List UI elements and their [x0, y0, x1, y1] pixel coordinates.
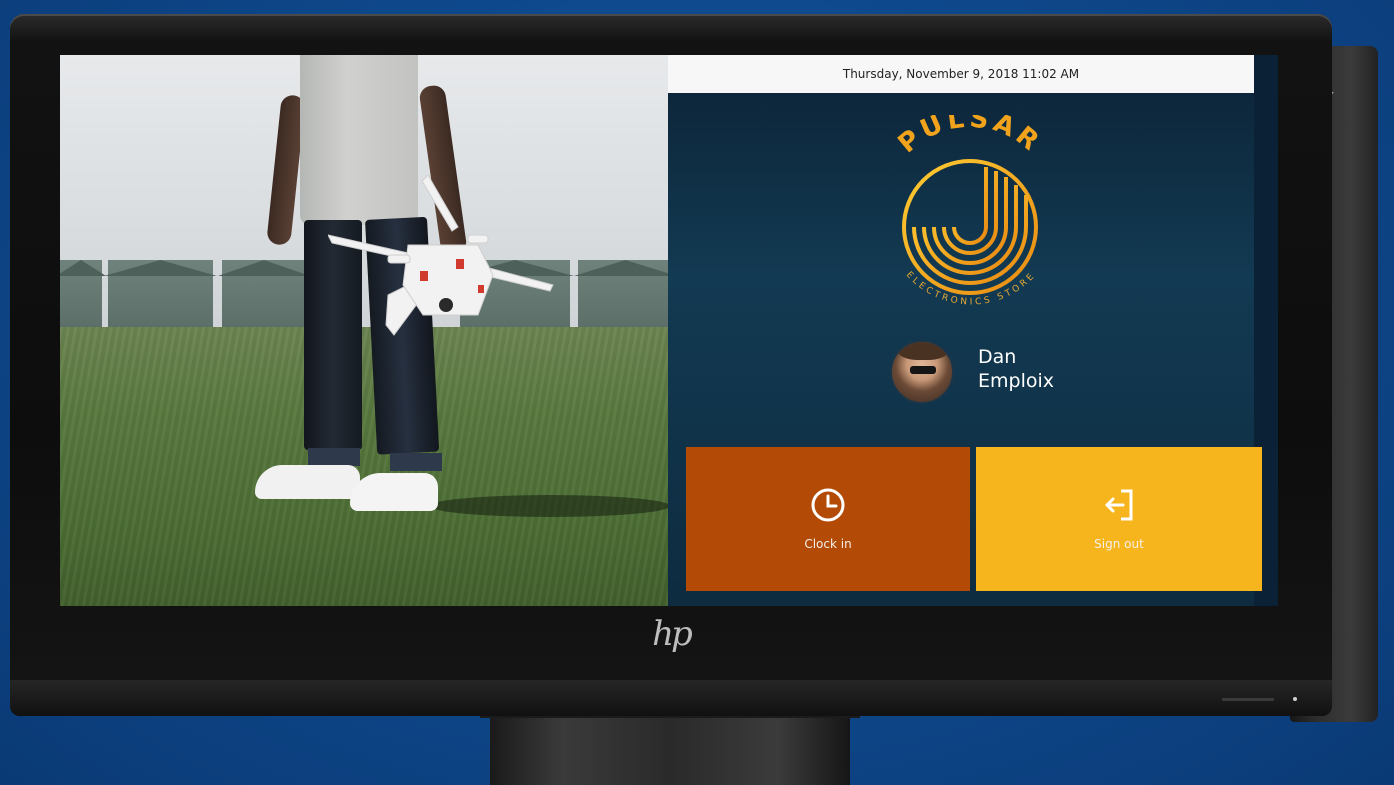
clock-in-button[interactable]: Clock in — [686, 447, 970, 591]
display-screen: Thursday, November 9, 2018 11:02 AM PULS… — [60, 55, 1278, 606]
pants-cuff — [390, 453, 442, 471]
pulsar-logo: PULSAR ELECTRONICS STORE — [893, 115, 1048, 308]
photo-grass — [60, 327, 668, 606]
pants-cuff — [308, 448, 360, 466]
beach-hut — [104, 260, 217, 330]
power-indicator — [1293, 697, 1297, 701]
logo-wordmark: PULSAR — [893, 115, 1044, 159]
datetime-bar: Thursday, November 9, 2018 11:02 AM — [668, 55, 1254, 93]
clock-icon — [811, 488, 845, 522]
photo-shadow — [430, 495, 668, 517]
beach-hut — [574, 260, 668, 330]
sign-out-icon — [1105, 489, 1133, 521]
sneaker — [350, 473, 438, 511]
clock-in-label: Clock in — [804, 537, 852, 551]
kiosk-panel: Thursday, November 9, 2018 11:02 AM PULS… — [668, 55, 1278, 606]
beach-hut — [218, 260, 310, 330]
beach-hut — [60, 260, 106, 330]
drone-icon — [328, 175, 554, 336]
sign-out-label: Sign out — [1094, 537, 1144, 551]
user-last-name: Emploix — [978, 370, 1054, 392]
sign-out-button[interactable]: Sign out — [976, 447, 1262, 591]
promo-photo — [60, 55, 668, 606]
svg-text:PULSAR: PULSAR — [893, 115, 1048, 159]
user-first-name: Dan — [978, 346, 1017, 368]
monitor-bottom-bezel — [10, 680, 1332, 716]
datetime-text: Thursday, November 9, 2018 11:02 AM — [842, 67, 1080, 81]
sneaker — [255, 465, 360, 499]
card-slot — [1222, 698, 1274, 701]
avatar — [890, 340, 954, 404]
hp-logo: hp — [652, 614, 693, 654]
